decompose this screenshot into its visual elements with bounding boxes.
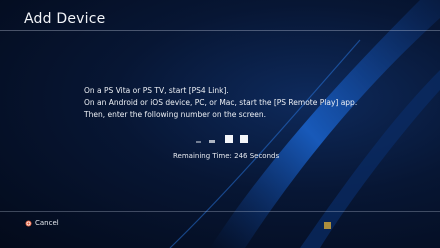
header-divider	[0, 30, 440, 31]
add-device-screen: Add Device On a PS Vita or PS TV, start …	[0, 0, 440, 248]
instruction-line-vita: On a PS Vita or PS TV, start [PS4 Link].	[84, 86, 229, 95]
pairing-code-digit	[196, 141, 201, 143]
circle-button-icon	[25, 219, 32, 227]
cancel-button[interactable]: Cancel	[25, 218, 59, 228]
pairing-code-display	[196, 131, 256, 143]
remaining-time-text: Remaining Time: 246 Seconds	[173, 152, 280, 160]
page-title: Add Device	[24, 11, 106, 27]
status-indicator	[324, 222, 331, 229]
cancel-label: Cancel	[35, 219, 59, 227]
instruction-line-remote-play: On an Android or iOS device, PC, or Mac,…	[84, 98, 358, 107]
instruction-line-enter-number: Then, enter the following number on the …	[84, 110, 267, 119]
pairing-code-digit	[209, 140, 215, 143]
instructions-text: On a PS Vita or PS TV, start [PS4 Link].…	[84, 85, 357, 121]
pairing-code-digit	[240, 135, 248, 143]
footer-divider	[0, 211, 440, 212]
pairing-code-digit	[225, 135, 233, 143]
